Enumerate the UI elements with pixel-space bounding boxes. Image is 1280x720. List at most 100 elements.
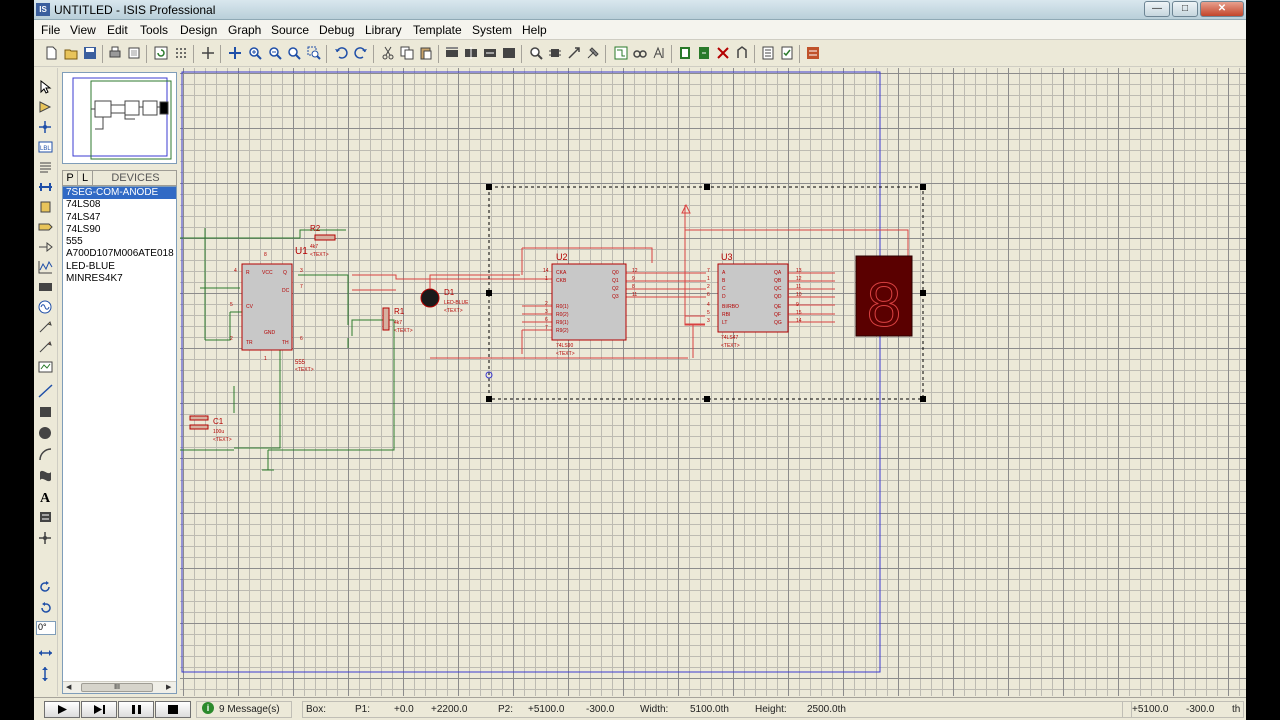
library-manager-tab[interactable]: L (78, 171, 93, 185)
redraw-icon[interactable] (154, 46, 168, 60)
device-pins-icon[interactable] (38, 240, 53, 254)
false-origin-icon[interactable] (201, 46, 215, 60)
block-delete-icon[interactable] (502, 46, 516, 60)
menu-system[interactable]: System (472, 23, 512, 37)
device-item[interactable]: 7SEG-COM-ANODE (63, 187, 176, 200)
open-folder-icon[interactable] (64, 46, 78, 60)
zoom-all-icon[interactable] (287, 46, 301, 60)
cut-icon[interactable] (381, 46, 395, 60)
circle-tool-icon[interactable] (38, 426, 53, 440)
graph-mode-icon[interactable] (38, 260, 53, 274)
rotation-angle-field[interactable]: 0° (36, 621, 56, 635)
text-script-icon[interactable] (38, 160, 53, 174)
device-item[interactable]: 74LS47 (63, 212, 176, 224)
device-item[interactable]: 555 (63, 236, 176, 248)
device-item[interactable]: 74LS90 (63, 224, 176, 236)
line-tool-icon[interactable] (38, 384, 53, 398)
maximize-button[interactable]: □ (1172, 1, 1198, 17)
new-sheet-icon[interactable] (678, 46, 692, 60)
virtual-instruments-icon[interactable] (38, 360, 53, 374)
generator-icon[interactable] (38, 300, 53, 314)
print-area-icon[interactable] (127, 46, 141, 60)
overview-window[interactable] (62, 72, 177, 164)
redo-icon[interactable] (354, 46, 368, 60)
minimize-button[interactable]: — (1144, 1, 1170, 17)
step-button[interactable] (81, 701, 117, 718)
symbol-tool-icon[interactable] (38, 510, 53, 524)
close-button[interactable]: ✕ (1200, 1, 1244, 17)
remove-sheet-icon[interactable] (716, 46, 730, 60)
mirror-vertical-icon[interactable] (38, 667, 53, 681)
wire-autorouter-icon[interactable] (614, 46, 628, 60)
scroll-thumb[interactable]: III (81, 683, 153, 692)
sheet-nav-icon[interactable] (697, 46, 711, 60)
block-copy-icon[interactable] (445, 46, 459, 60)
save-icon[interactable] (83, 46, 97, 60)
junction-dot-icon[interactable] (38, 120, 53, 134)
text-tool-icon[interactable]: A (38, 489, 53, 503)
menu-help[interactable]: Help (522, 23, 547, 37)
rotate-clockwise-icon[interactable] (38, 580, 53, 594)
arc-tool-icon[interactable] (38, 447, 53, 461)
packaging-tool-icon[interactable] (567, 46, 581, 60)
grid-toggle-icon[interactable] (174, 46, 188, 60)
search-tag-icon[interactable] (633, 46, 647, 60)
zoom-out-icon[interactable] (268, 46, 282, 60)
menu-design[interactable]: Design (180, 23, 217, 37)
scroll-left-icon[interactable]: ◀ (66, 683, 71, 691)
zoom-area-icon[interactable] (307, 46, 321, 60)
pick-devices-tab[interactable]: P (63, 171, 78, 185)
component-mode-icon[interactable] (38, 100, 53, 114)
menu-edit[interactable]: Edit (107, 23, 128, 37)
electrical-rules-check-icon[interactable] (780, 46, 794, 60)
decompose-icon[interactable] (586, 46, 600, 60)
pan-icon[interactable] (228, 46, 242, 60)
play-button[interactable] (44, 701, 80, 718)
make-device-icon[interactable] (548, 46, 562, 60)
zoom-in-icon[interactable] (248, 46, 262, 60)
pick-device-icon[interactable] (529, 46, 543, 60)
block-rotate-icon[interactable] (483, 46, 497, 60)
device-item[interactable]: LED-BLUE (63, 261, 176, 273)
device-item[interactable]: A700D107M006ATE018 (63, 248, 176, 260)
undo-icon[interactable] (334, 46, 348, 60)
app-icon[interactable]: IS (36, 3, 50, 16)
bill-of-materials-icon[interactable] (761, 46, 775, 60)
property-assignment-icon[interactable] (652, 46, 666, 60)
menu-source[interactable]: Source (271, 23, 309, 37)
current-probe-icon[interactable] (38, 340, 53, 354)
print-icon[interactable] (108, 46, 122, 60)
device-item[interactable]: MINRES4K7 (63, 273, 176, 285)
box-tool-icon[interactable] (38, 405, 53, 419)
menu-template[interactable]: Template (413, 23, 462, 37)
scroll-right-icon[interactable]: ▶ (166, 683, 171, 691)
mirror-horizontal-icon[interactable] (38, 646, 53, 660)
exit-parent-icon[interactable] (735, 46, 749, 60)
rotate-anticlockwise-icon[interactable] (38, 601, 53, 615)
device-item[interactable]: 74LS08 (63, 199, 176, 211)
pause-button[interactable] (118, 701, 154, 718)
paste-icon[interactable] (419, 46, 433, 60)
path-tool-icon[interactable] (38, 468, 53, 482)
new-file-icon[interactable] (44, 46, 58, 60)
netlist-to-ares-icon[interactable] (806, 46, 820, 60)
voltage-probe-icon[interactable] (38, 320, 53, 334)
terminals-icon[interactable] (38, 220, 53, 234)
subcircuit-icon[interactable] (38, 200, 53, 214)
menu-library[interactable]: Library (365, 23, 402, 37)
menu-debug[interactable]: Debug (319, 23, 354, 37)
schematic-canvas[interactable]: U1 555 <TEXT> R VCC Q DC CV TR TH GND 4 … (180, 68, 1246, 696)
tape-recorder-icon[interactable] (38, 280, 53, 294)
copy-icon[interactable] (400, 46, 414, 60)
marker-tool-icon[interactable] (38, 531, 53, 545)
devices-horizontal-scrollbar[interactable]: ◀ III ▶ (63, 681, 176, 693)
selection-mode-icon[interactable] (38, 80, 53, 94)
menu-graph[interactable]: Graph (228, 23, 261, 37)
menu-tools[interactable]: Tools (140, 23, 168, 37)
wire-label-icon[interactable]: LBL (38, 140, 53, 154)
menu-file[interactable]: File (41, 23, 60, 37)
bus-icon[interactable] (38, 180, 53, 194)
stop-button[interactable] (155, 701, 191, 718)
block-move-icon[interactable] (464, 46, 478, 60)
menu-view[interactable]: View (70, 23, 96, 37)
